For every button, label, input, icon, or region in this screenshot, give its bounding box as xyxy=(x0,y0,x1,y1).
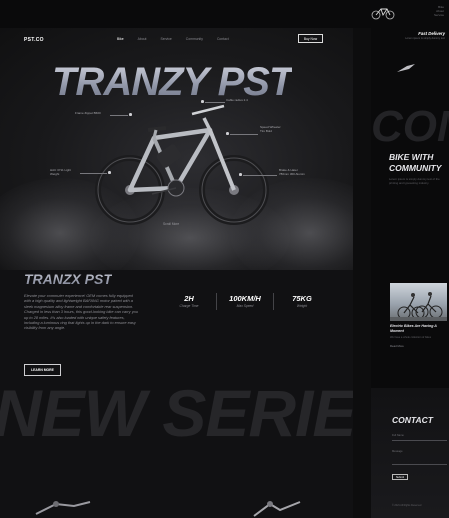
brand-logo[interactable]: PST.CO xyxy=(24,37,44,43)
article-title: Electric Bikes Are Having A Moment xyxy=(390,324,437,333)
contact-title: CONTACT xyxy=(392,415,433,425)
message-label: Message xyxy=(392,450,403,453)
new-series-bg-word: NEW SERIES xyxy=(0,376,353,450)
stat-speed-label: Max Speed xyxy=(236,304,254,308)
message-field[interactable] xyxy=(392,464,447,465)
callout-speed-dot[interactable] xyxy=(226,132,229,135)
bike-part-icon xyxy=(253,501,301,517)
scroll-more-link[interactable]: Scroll More xyxy=(163,222,179,226)
section-title: TRANZX PST xyxy=(24,271,112,287)
nav-item-about[interactable]: About xyxy=(138,37,147,41)
main-nav: Bike About Service Community Contact xyxy=(117,37,229,41)
footer-copyright: © 2021 All Rights Reserved xyxy=(392,504,422,507)
right-header-menu: Bike About Service xyxy=(434,5,445,17)
stat-weight-label: Weight xyxy=(296,304,308,308)
full-name-field[interactable] xyxy=(392,440,447,441)
stat-weight-value: 75KG xyxy=(292,294,312,303)
callout-speed: Speed Wheeler Tiro Bold xyxy=(260,125,281,133)
learn-more-button[interactable]: LEARN MORE xyxy=(24,364,61,376)
nav-item-service[interactable]: Service xyxy=(160,37,171,41)
nav-item-contact[interactable]: Contact xyxy=(217,37,229,41)
community-title: BIKE WITH COMMUNITY xyxy=(389,152,442,173)
right-preview-column: Fast Delivery Lorem ipsum is simply dumm… xyxy=(371,28,449,518)
stat-speed-value: 100KM/H xyxy=(229,294,261,303)
section-description: Elevate your commuter experience! OEM co… xyxy=(24,293,138,331)
stat-charge-value: 2H xyxy=(184,294,194,303)
bike-part-icon xyxy=(35,501,91,515)
fast-delivery-sub: Lorem ipsum is simply dummy text xyxy=(405,37,445,40)
article-text: We have a whole collection of bikes xyxy=(390,336,432,339)
callout-ac: HAC 3711 Light Weight xyxy=(50,168,71,176)
callout-cable: Cable radius 2.4 xyxy=(226,98,248,102)
fast-delivery-title: Fast Delivery xyxy=(418,31,445,36)
callout-brake: Brake & Hater 780mm 300 Alumin xyxy=(279,168,305,176)
callout-ac-dot[interactable] xyxy=(108,171,111,174)
callout-frame: Frame Zippet B600 xyxy=(75,111,101,115)
stat-divider xyxy=(273,293,274,310)
callout-brake-dot[interactable] xyxy=(239,173,242,176)
article-read-more-link[interactable]: Read More xyxy=(390,344,404,348)
submit-button[interactable]: Submit xyxy=(392,474,408,480)
stat-charge-time: 2H Charge Time xyxy=(172,294,206,308)
stat-max-speed: 100KM/H Max Speed xyxy=(222,294,268,308)
article-image[interactable] xyxy=(390,283,447,321)
buy-now-button[interactable]: Buy Now xyxy=(298,34,323,43)
nav-item-bike[interactable]: Bike xyxy=(117,37,124,41)
full-name-label: Full Name xyxy=(392,434,404,437)
nav-item-community[interactable]: Community xyxy=(186,37,203,41)
hero-section: PST.CO Bike About Service Community Cont… xyxy=(0,28,353,270)
stat-divider xyxy=(216,293,217,310)
top-bar: Bike About Service xyxy=(0,0,449,28)
callout-cable-dot[interactable] xyxy=(201,100,204,103)
bike-part-icon xyxy=(397,64,415,72)
main-page: PST.CO Bike About Service Community Cont… xyxy=(0,28,353,518)
bike-thumbnail-icon xyxy=(371,8,395,20)
community-text: Lorem ipsum is simply dummy text of the … xyxy=(389,177,440,185)
contact-section: CONTACT Full Name Message Submit © 2021 … xyxy=(371,388,449,518)
cyclists-photo-icon xyxy=(390,292,447,321)
callout-frame-dot[interactable] xyxy=(129,113,132,116)
community-bg-word: COM xyxy=(371,102,449,151)
stat-weight: 75KG Weight xyxy=(282,294,322,308)
stat-charge-label: Charge Time xyxy=(179,304,199,308)
fast-delivery-block: Fast Delivery Lorem ipsum is simply dumm… xyxy=(375,31,445,40)
